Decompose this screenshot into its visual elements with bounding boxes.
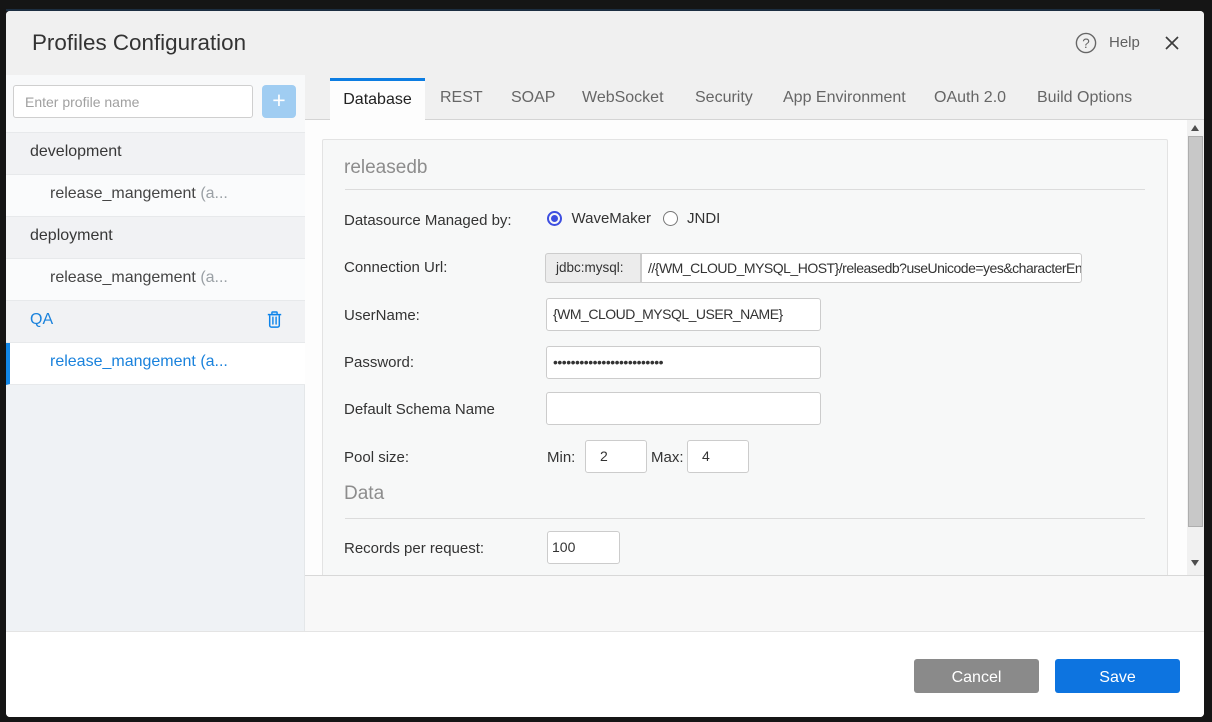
svg-text:?: ? [1082,36,1090,51]
